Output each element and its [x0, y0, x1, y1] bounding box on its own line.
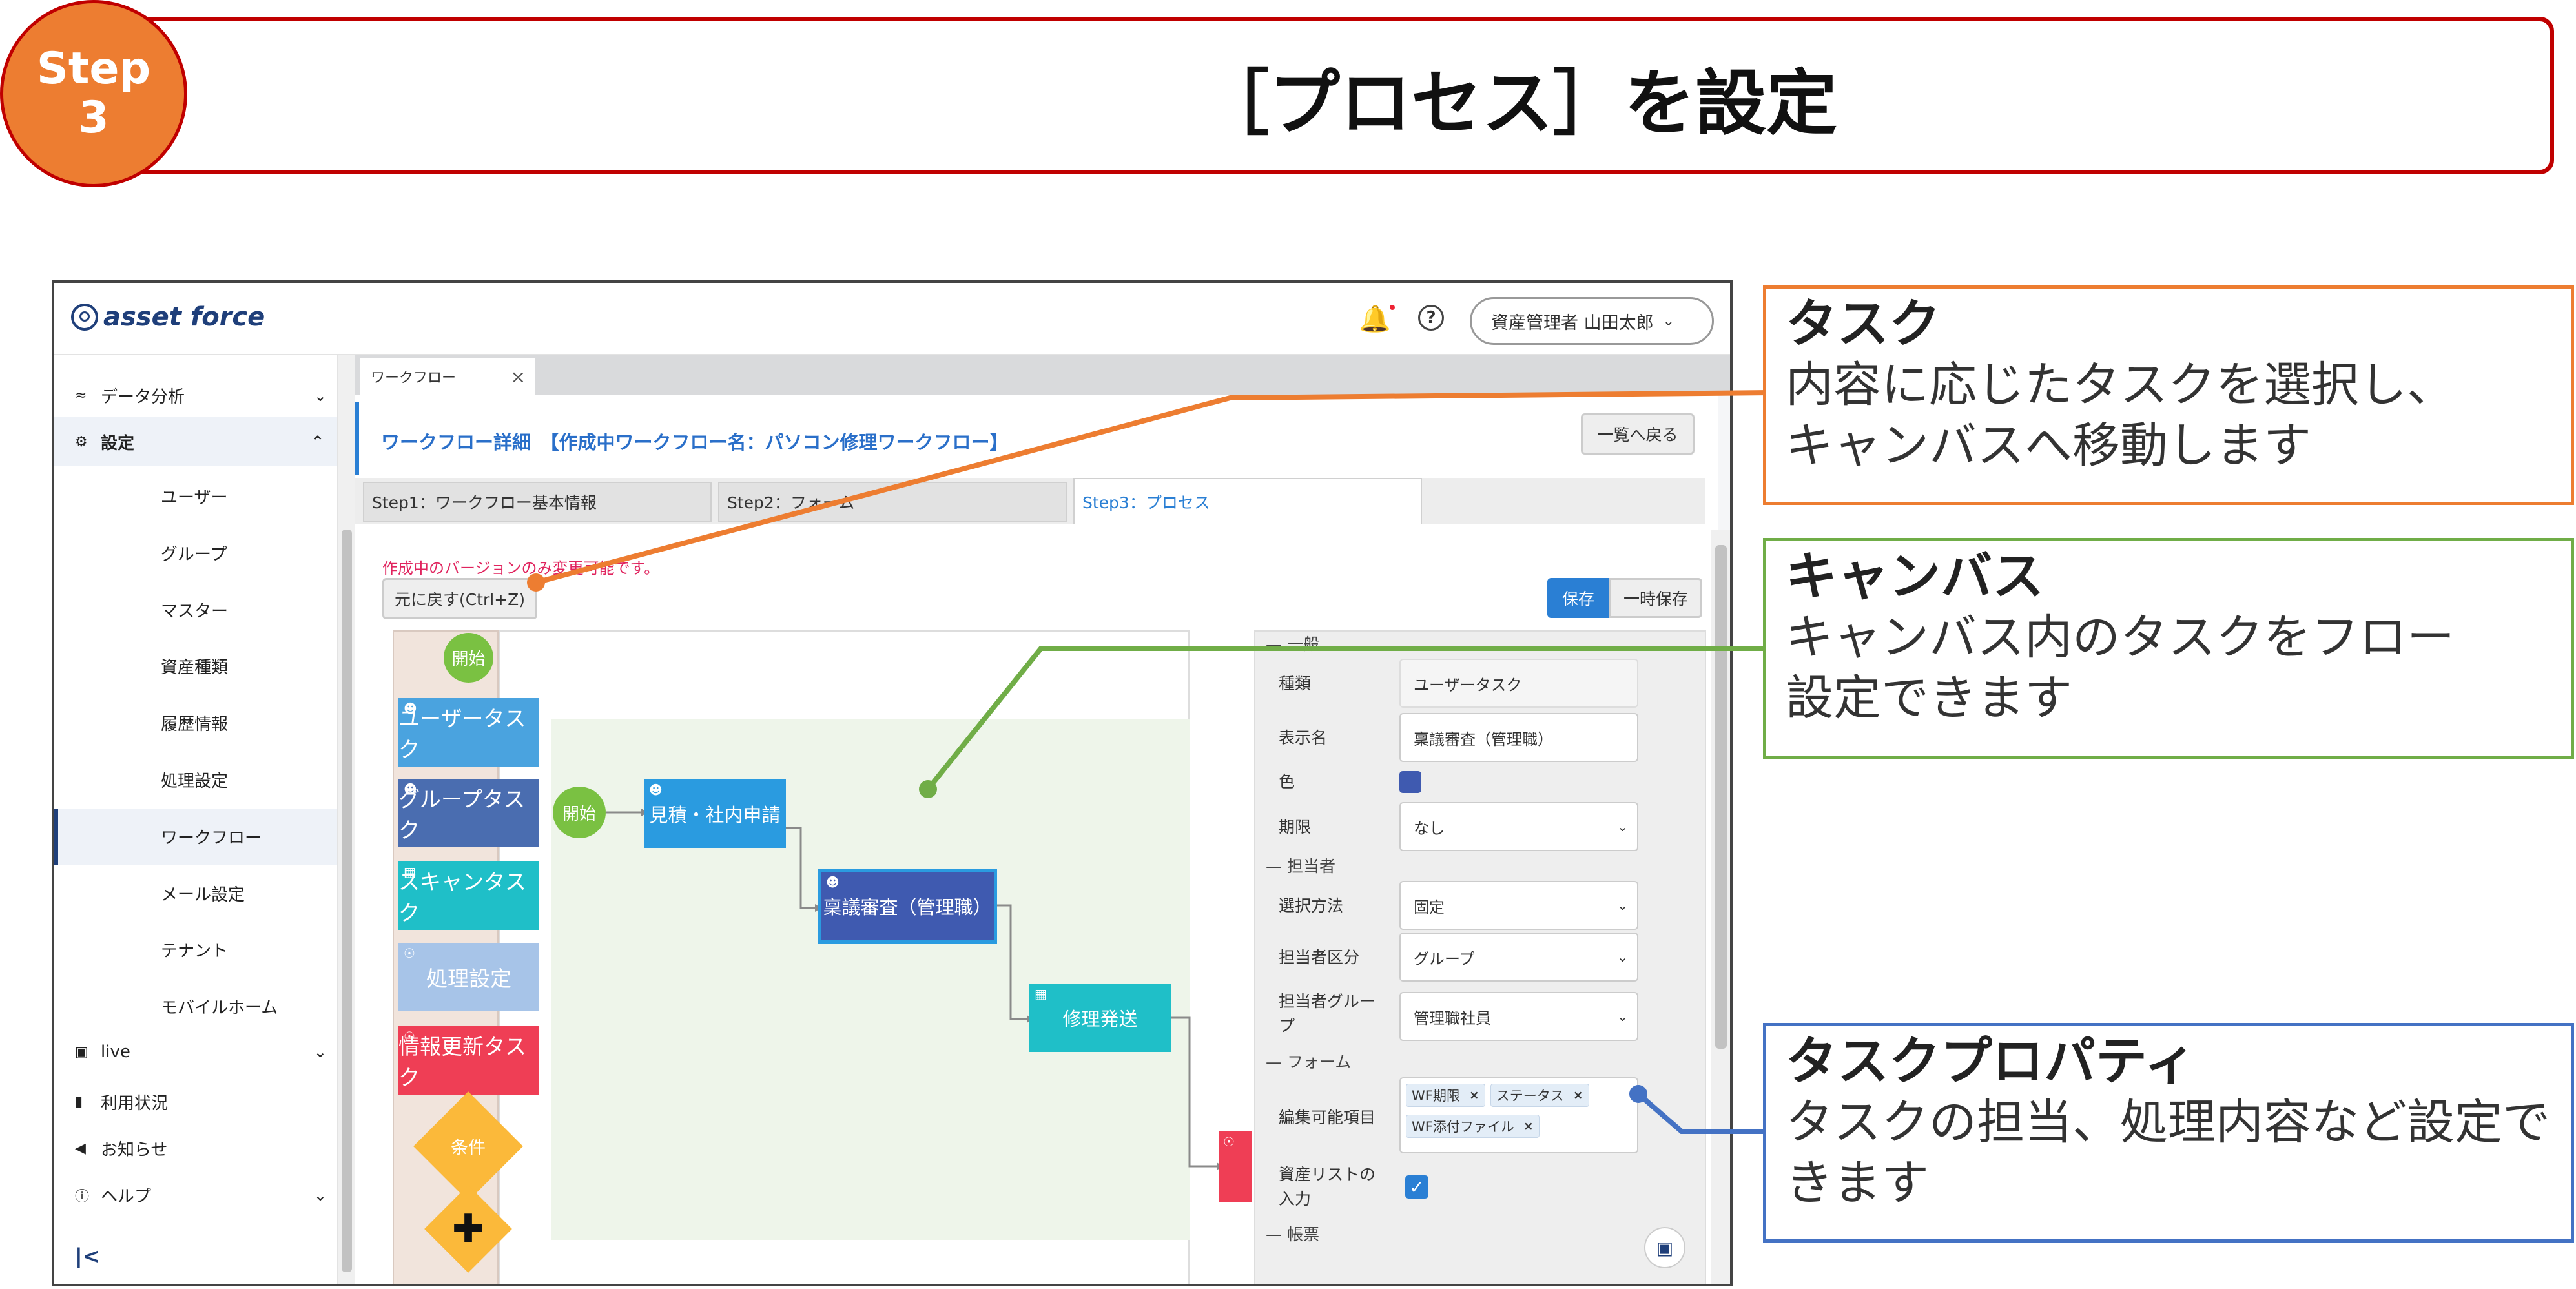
callout-canvas-line-1: キャンバス内のタスクをフロー	[1786, 610, 2455, 665]
callout-task: タスク 内容に応じたタスクを選択し、 キャンバスへ移動します	[1763, 285, 2574, 505]
callout-task-heading: タスク	[1786, 294, 1941, 354]
callout-canvas-line-2: 設定できます	[1786, 670, 2072, 726]
callout-properties-line-2: きます	[1786, 1155, 1929, 1211]
callout-task-line-2: キャンバスへ移動します	[1786, 418, 2311, 473]
callout-task-properties: タスクプロパティ タスクの担当、処理内容など設定で きます	[1763, 1023, 2574, 1243]
callout-properties-heading: タスクプロパティ	[1786, 1031, 2196, 1091]
callout-task-line-1: 内容に応じたタスクを選択し、	[1786, 357, 2455, 413]
callout-canvas: キャンバス キャンバス内のタスクをフロー 設定できます	[1763, 538, 2574, 759]
callout-properties-line-1: タスクの担当、処理内容など設定で	[1786, 1095, 2550, 1150]
callout-canvas-heading: キャンバス	[1786, 546, 2044, 606]
